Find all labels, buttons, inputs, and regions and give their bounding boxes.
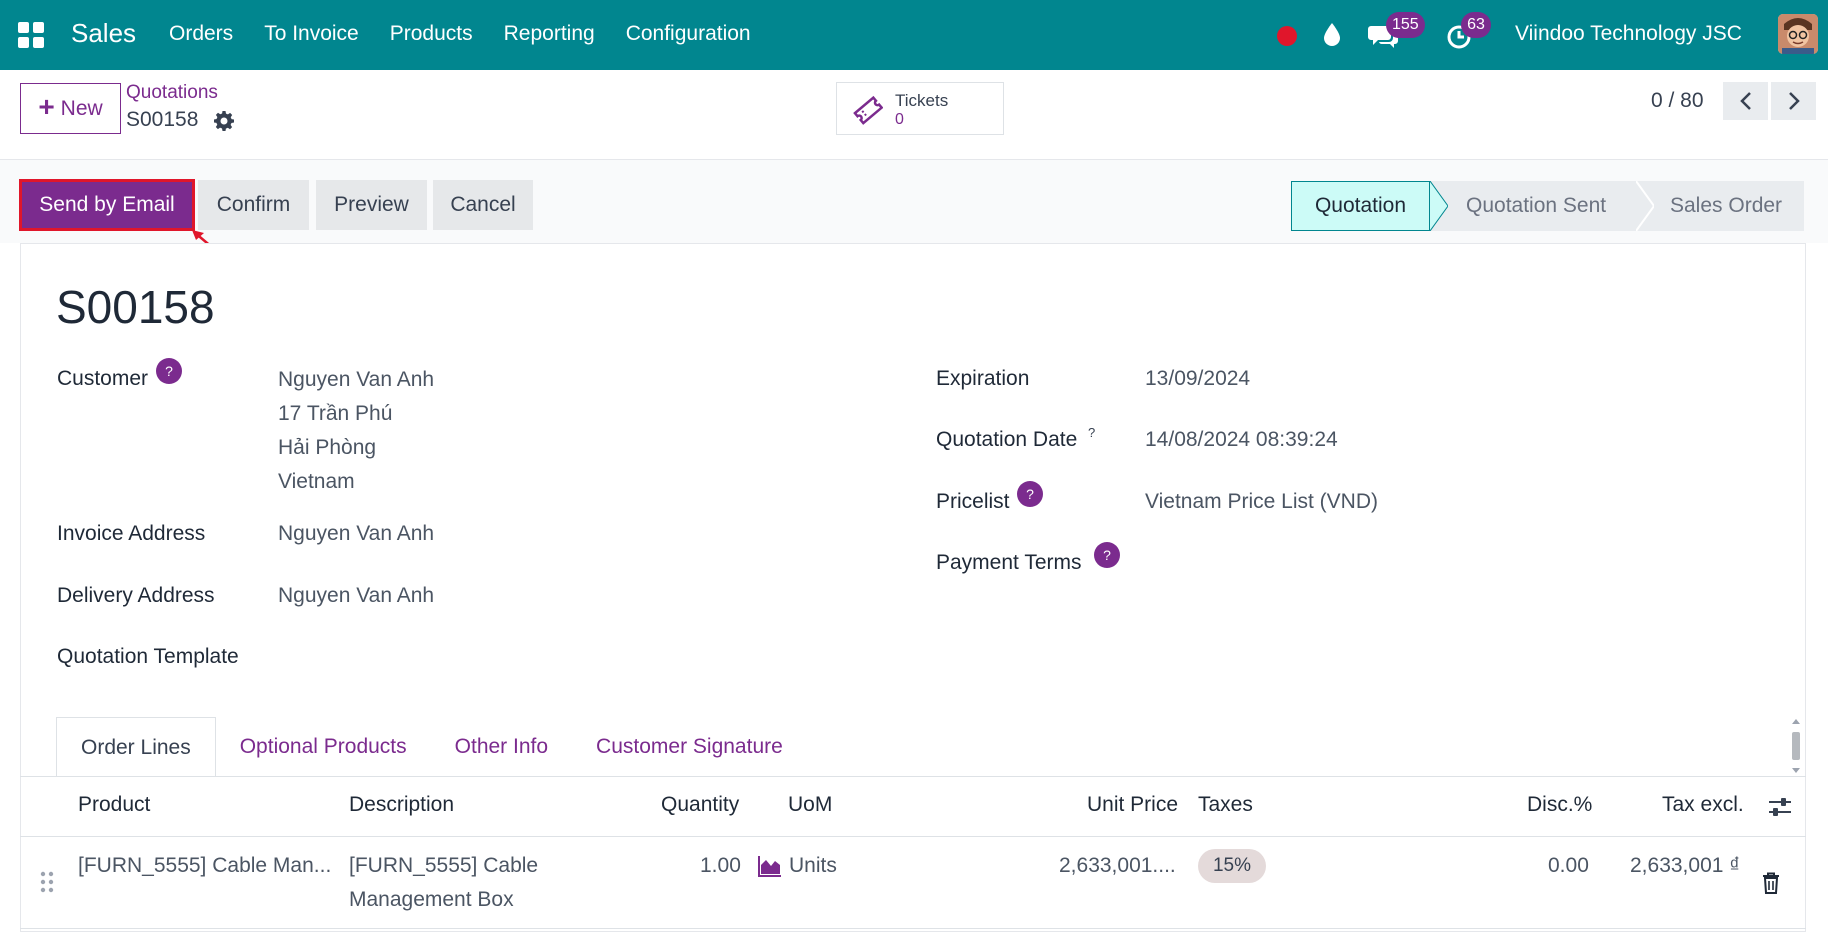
menu-configuration[interactable]: Configuration: [626, 22, 751, 46]
pricelist-label: Pricelist: [936, 490, 1010, 513]
send-by-email-button[interactable]: Send by Email: [19, 179, 195, 231]
customer-country: Vietnam: [278, 470, 355, 493]
customer-help-icon[interactable]: ?: [156, 358, 182, 384]
row-tax-excl: 2,633,001 ₫: [1630, 854, 1741, 877]
drag-handle-icon[interactable]: [39, 870, 55, 894]
chevron-left-icon: [1739, 92, 1751, 110]
new-button-label: New: [60, 96, 103, 120]
preview-button[interactable]: Preview: [316, 180, 427, 230]
row-description-line-1: [FURN_5555] Cable: [349, 854, 539, 877]
stage-chevron-icon: [1430, 181, 1448, 231]
menu-to-invoice[interactable]: To Invoice: [264, 22, 359, 46]
customer-field[interactable]: Nguyen Van Anh 17 Trần Phú Hải Phòng Vie…: [278, 363, 434, 499]
row-product[interactable]: [FURN_5555] Cable Man...: [78, 849, 331, 883]
column-description[interactable]: Description: [349, 793, 454, 817]
pager-next-button[interactable]: [1771, 82, 1816, 120]
activities-count-badge[interactable]: 63: [1461, 12, 1491, 38]
menu-reporting[interactable]: Reporting: [504, 22, 595, 46]
plus-icon: +: [38, 91, 55, 122]
optional-columns-icon[interactable]: [1768, 796, 1792, 818]
new-button[interactable]: + New: [20, 83, 121, 134]
quotation-date-field[interactable]: 14/08/2024 08:39:24: [1145, 423, 1338, 457]
invoice-address-label: Invoice Address: [57, 522, 206, 545]
pricelist-help-icon[interactable]: ?: [1017, 481, 1043, 507]
customer-city: Hải Phòng: [278, 436, 377, 459]
scrollbar[interactable]: [1790, 718, 1802, 774]
column-unit-price[interactable]: Unit Price: [1087, 793, 1178, 817]
ticket-icon: [853, 95, 883, 125]
payment-terms-help-icon[interactable]: ?: [1094, 542, 1120, 568]
stage-chevron-icon: [1636, 181, 1654, 231]
top-navbar: Sales Orders To Invoice Products Reporti…: [0, 0, 1828, 70]
main-menu: Orders To Invoice Products Reporting Con…: [169, 22, 782, 46]
stage-quotation-label: Quotation: [1314, 194, 1407, 217]
stage-quotation[interactable]: Quotation: [1291, 181, 1430, 231]
pricelist-field[interactable]: Vietnam Price List (VND): [1145, 485, 1378, 519]
invoice-address-field[interactable]: Nguyen Van Anh: [278, 517, 434, 551]
delivery-address-field[interactable]: Nguyen Van Anh: [278, 579, 434, 613]
column-discount[interactable]: Disc.%: [1527, 793, 1592, 817]
stage-sales-order-label: Sales Order: [1670, 194, 1783, 217]
column-uom[interactable]: UoM: [788, 793, 832, 817]
gear-icon[interactable]: [214, 111, 234, 131]
pager-value[interactable]: 0 / 80: [1651, 89, 1704, 113]
expiration-field[interactable]: 13/09/2024: [1145, 362, 1250, 396]
menu-products[interactable]: Products: [390, 22, 473, 46]
user-avatar[interactable]: [1778, 14, 1818, 54]
tabs-divider: [20, 776, 1806, 777]
tab-other-info[interactable]: Other Info: [431, 717, 572, 777]
cancel-button[interactable]: Cancel: [433, 180, 533, 230]
expiration-label: Expiration: [936, 367, 1030, 390]
row-unit-price[interactable]: 2,633,001....: [1059, 849, 1176, 883]
status-bar: Quotation Quotation Sent Sales Order: [1291, 181, 1804, 231]
payment-terms-label: Payment Terms: [936, 551, 1082, 574]
app-name[interactable]: Sales: [71, 18, 136, 49]
control-panel: + New Quotations S00158 Tickets 0 0 / 80: [0, 70, 1828, 160]
row-description-line-2: Management Box: [349, 888, 514, 911]
row-tax-badge[interactable]: 15%: [1198, 849, 1266, 883]
quotation-date-help-icon[interactable]: ?: [1088, 425, 1095, 440]
breadcrumb-current: S00158: [126, 108, 199, 131]
tab-order-lines[interactable]: Order Lines: [56, 717, 216, 777]
tab-customer-signature[interactable]: Customer Signature: [572, 717, 807, 777]
company-switcher[interactable]: Viindoo Technology JSC: [1515, 22, 1742, 46]
record-dot-icon[interactable]: [1277, 26, 1297, 46]
row-divider: [20, 928, 1806, 929]
stage-quotation-sent[interactable]: Quotation Sent: [1430, 181, 1636, 231]
menu-orders[interactable]: Orders: [169, 22, 233, 46]
messages-count-badge[interactable]: 155: [1386, 12, 1425, 38]
column-product[interactable]: Product: [78, 793, 150, 817]
confirm-button[interactable]: Confirm: [198, 180, 309, 230]
tickets-count: 0: [895, 111, 904, 128]
row-description[interactable]: [FURN_5555] Cable Management Box: [349, 849, 538, 917]
column-quantity[interactable]: Quantity: [661, 793, 739, 817]
tickets-smart-button[interactable]: Tickets 0: [836, 82, 1004, 135]
row-discount[interactable]: 0.00: [1548, 849, 1589, 883]
trash-icon[interactable]: [1761, 872, 1781, 894]
row-quantity[interactable]: 1.00: [700, 849, 741, 883]
table-header-divider: [20, 836, 1806, 837]
drop-icon[interactable]: [1321, 22, 1343, 48]
tickets-label: Tickets: [895, 91, 949, 110]
quotation-template-label: Quotation Template: [57, 645, 239, 668]
column-tax-excl[interactable]: Tax excl.: [1662, 793, 1744, 817]
stage-quotation-sent-label: Quotation Sent: [1466, 194, 1607, 217]
delivery-address-label: Delivery Address: [57, 584, 215, 607]
pager-previous-button[interactable]: [1723, 82, 1768, 120]
notebook-tabs: Order Lines Optional Products Other Info…: [56, 717, 807, 777]
forecast-chart-icon[interactable]: [758, 855, 782, 877]
customer-name: Nguyen Van Anh: [278, 368, 435, 391]
customer-street: 17 Trần Phú: [278, 402, 393, 425]
column-taxes[interactable]: Taxes: [1198, 793, 1253, 817]
stage-sales-order[interactable]: Sales Order: [1636, 181, 1804, 231]
app-grid-icon[interactable]: [18, 22, 44, 48]
chevron-right-icon: [1788, 92, 1800, 110]
customer-label: Customer: [57, 367, 149, 390]
tab-optional-products[interactable]: Optional Products: [216, 717, 431, 777]
quotation-date-label: Quotation Date: [936, 428, 1078, 451]
row-uom[interactable]: Units: [789, 849, 837, 883]
breadcrumb-quotations[interactable]: Quotations: [126, 82, 218, 104]
record-title: S00158: [56, 281, 215, 333]
